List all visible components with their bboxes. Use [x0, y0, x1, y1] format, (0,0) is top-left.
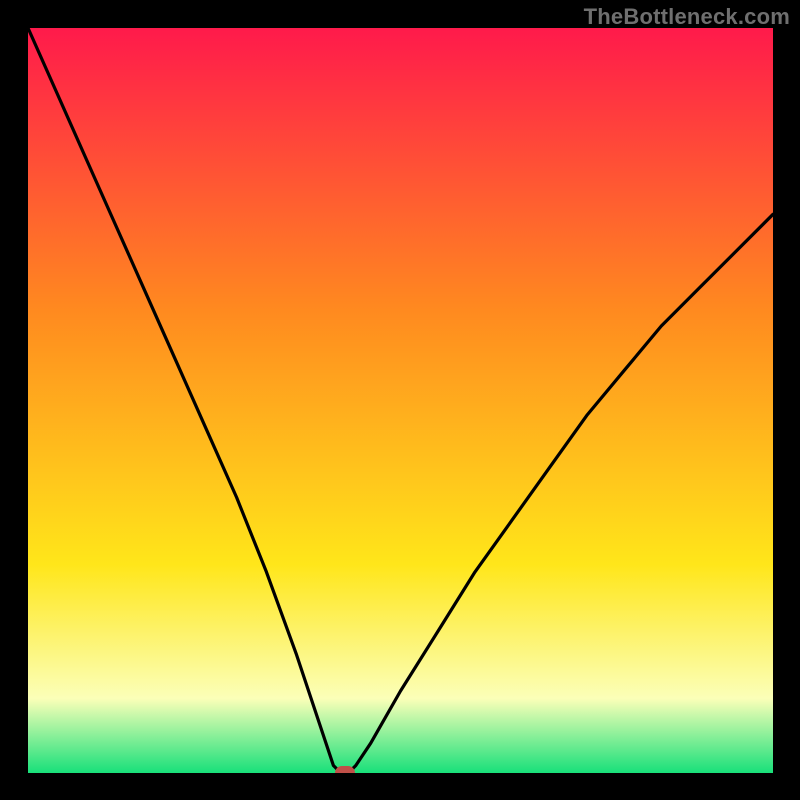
bottleneck-curve: [28, 28, 773, 773]
watermark-text: TheBottleneck.com: [584, 4, 790, 30]
chart-frame: TheBottleneck.com: [0, 0, 800, 800]
optimum-marker: [335, 766, 355, 773]
plot-area: [28, 28, 773, 773]
